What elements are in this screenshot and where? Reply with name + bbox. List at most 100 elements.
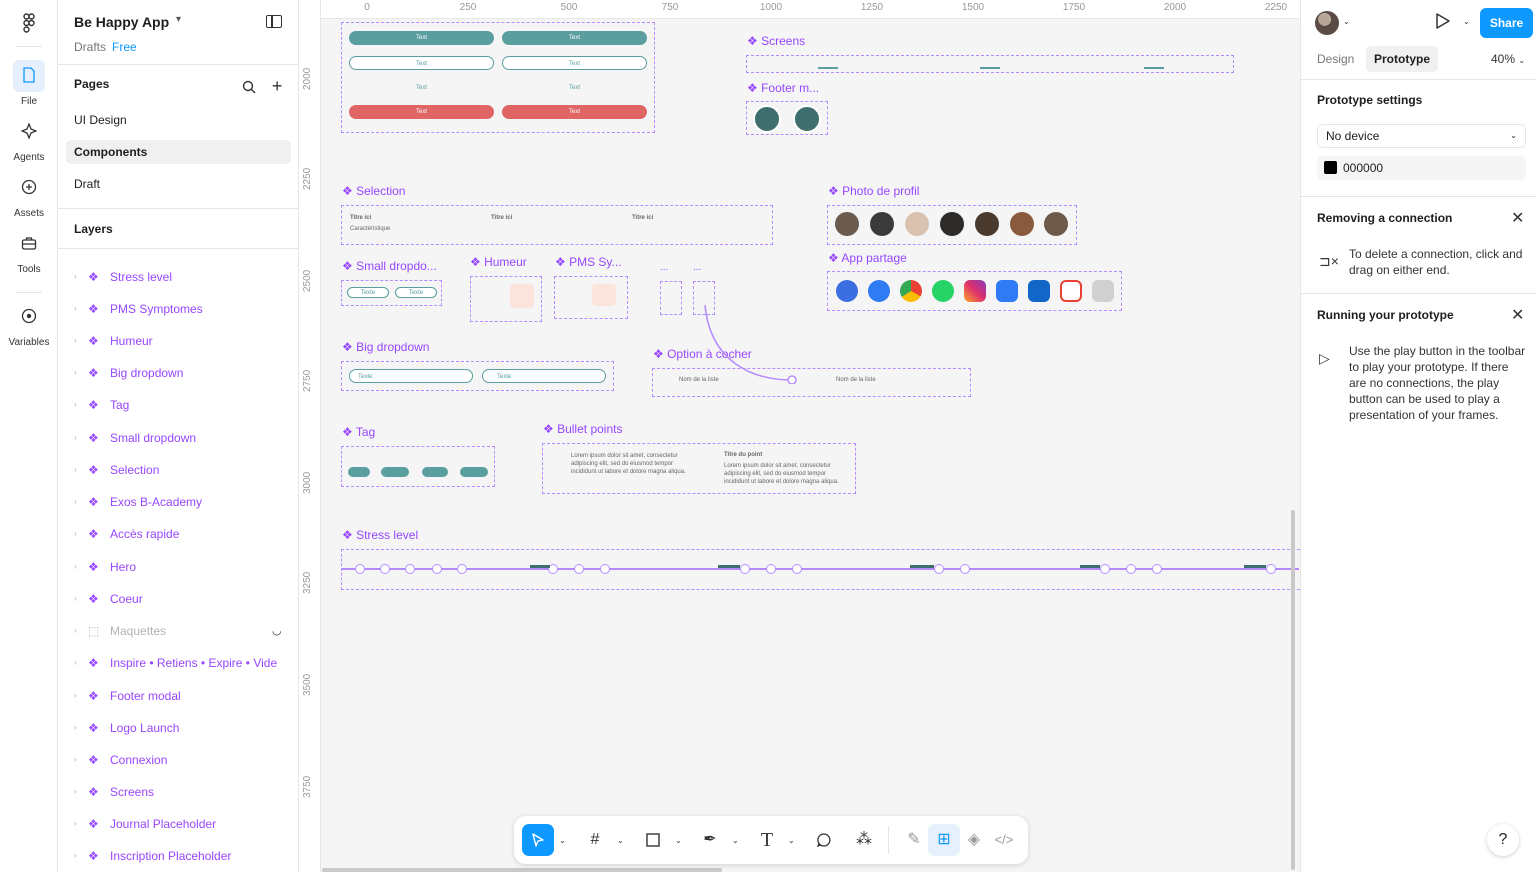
chevron-right-icon[interactable]: ›: [74, 620, 77, 642]
button-variant[interactable]: Text: [349, 81, 494, 95]
layer-item[interactable]: › ❖ Tag: [74, 394, 294, 416]
chevron-down-icon[interactable]: ⌄: [559, 836, 566, 845]
stress-dot[interactable]: [457, 564, 467, 574]
tag[interactable]: [348, 467, 370, 477]
text-tool-icon[interactable]: T: [751, 824, 783, 856]
stress-dot[interactable]: [1126, 564, 1136, 574]
avatar[interactable]: [975, 212, 999, 236]
chevron-down-icon[interactable]: ⌄: [788, 836, 795, 845]
chevron-right-icon[interactable]: ›: [74, 362, 77, 384]
color-swatch[interactable]: [1324, 161, 1337, 174]
chevron-right-icon[interactable]: ›: [74, 652, 77, 674]
layer-item[interactable]: › ❖ Inspire • Retiens • Expire • Vide: [74, 652, 294, 674]
rail-agents[interactable]: Agents: [0, 116, 58, 163]
chevron-down-icon[interactable]: ⌄: [1343, 17, 1350, 26]
small-frame[interactable]: [660, 281, 682, 315]
big-dropdown[interactable]: Texte: [349, 369, 473, 383]
button-variant[interactable]: Text: [349, 56, 494, 70]
chevron-right-icon[interactable]: ›: [74, 813, 77, 835]
chevron-right-icon[interactable]: ›: [74, 394, 77, 416]
draw-tool-icon[interactable]: ✎: [898, 824, 930, 856]
frame-label-small[interactable]: ...: [660, 262, 668, 273]
chevron-right-icon[interactable]: ›: [74, 717, 77, 739]
chevron-down-icon[interactable]: ⌄: [617, 836, 624, 845]
close-icon[interactable]: ✕: [1511, 305, 1524, 325]
gmail-icon[interactable]: [1060, 280, 1082, 302]
project-title[interactable]: Be Happy App: [74, 14, 169, 30]
stress-dot[interactable]: [380, 564, 390, 574]
button-variant[interactable]: Text: [502, 31, 647, 45]
frame-label-bullets[interactable]: ❖ Bullet points: [543, 422, 622, 436]
help-button[interactable]: ?: [1487, 824, 1519, 856]
add-page-icon[interactable]: +: [272, 76, 283, 96]
button-variant[interactable]: Text: [502, 105, 647, 119]
rail-assets[interactable]: Assets: [0, 172, 58, 219]
stress-dot[interactable]: [432, 564, 442, 574]
frame-label-photo[interactable]: ❖ Photo de profil: [828, 184, 919, 198]
page-item-components[interactable]: Components: [66, 140, 291, 164]
share-button[interactable]: Share: [1480, 8, 1533, 38]
chevron-right-icon[interactable]: ›: [74, 556, 77, 578]
tab-design[interactable]: Design: [1309, 46, 1362, 72]
horizontal-scrollbar[interactable]: [322, 868, 722, 872]
chevron-right-icon[interactable]: ›: [74, 427, 77, 449]
background-color-field[interactable]: 000000: [1317, 156, 1526, 180]
vertical-scrollbar[interactable]: [1291, 510, 1295, 870]
stress-dot[interactable]: [355, 564, 365, 574]
tag[interactable]: [381, 467, 409, 477]
color-value[interactable]: 000000: [1343, 161, 1383, 175]
layer-item[interactable]: › ❖ Connexion: [74, 749, 294, 771]
frame-label-app-partage[interactable]: ❖ App partage: [828, 251, 907, 265]
frame-label-big-dropdown[interactable]: ❖ Big dropdown: [342, 340, 429, 354]
stress-dot[interactable]: [600, 564, 610, 574]
chevron-down-icon[interactable]: ⌄: [675, 836, 682, 845]
app-icon[interactable]: [836, 280, 858, 302]
frame-label-small-dropdown[interactable]: ❖ Small dropdo...: [342, 259, 437, 273]
play-icon[interactable]: [1435, 12, 1451, 35]
small-dropdown[interactable]: Texte: [347, 287, 389, 298]
sidebar-toggle-icon[interactable]: [266, 15, 282, 28]
stress-dot[interactable]: [1152, 564, 1162, 574]
footer-button[interactable]: [793, 105, 821, 133]
frame-label-pms[interactable]: ❖ PMS Sy...: [555, 255, 622, 269]
prototype-layout-icon[interactable]: ⊞: [928, 824, 960, 856]
avatar[interactable]: [940, 212, 964, 236]
chevron-down-icon[interactable]: ⌄: [732, 836, 739, 845]
button-variant[interactable]: Text: [349, 31, 494, 45]
page-item-ui-design[interactable]: UI Design: [66, 108, 291, 132]
pen-tool-icon[interactable]: ✒: [694, 824, 726, 856]
layer-item[interactable]: › ❖ Screens: [74, 781, 294, 803]
layer-item[interactable]: › ❖ Hero: [74, 556, 294, 578]
tab-prototype[interactable]: Prototype: [1366, 46, 1439, 72]
frame-tool-icon[interactable]: #: [579, 824, 611, 856]
chevron-right-icon[interactable]: ›: [74, 588, 77, 610]
layer-item-hidden[interactable]: › ⬚ Maquettes ◡: [74, 620, 294, 642]
stress-dot[interactable]: [792, 564, 802, 574]
rail-variables[interactable]: Variables: [0, 301, 58, 348]
layer-item[interactable]: › ❖ Logo Launch: [74, 717, 294, 739]
rectangle-tool-icon[interactable]: [637, 824, 669, 856]
actions-tool-icon[interactable]: ⁂: [848, 824, 880, 856]
chevron-right-icon[interactable]: ›: [74, 781, 77, 803]
page-item-draft[interactable]: Draft: [66, 172, 291, 196]
stress-dot[interactable]: [1100, 564, 1110, 574]
stress-dot[interactable]: [1266, 564, 1276, 574]
chevron-right-icon[interactable]: ›: [74, 523, 77, 545]
chevron-right-icon[interactable]: ›: [74, 266, 77, 288]
chevron-right-icon[interactable]: ›: [74, 845, 77, 867]
frame-label-footer[interactable]: ❖ Footer m...: [747, 81, 819, 95]
layer-item[interactable]: › ❖ Selection: [74, 459, 294, 481]
user-avatar[interactable]: [1315, 11, 1339, 35]
frame-label-stress[interactable]: ❖ Stress level: [342, 528, 418, 542]
zoom-level[interactable]: 40% ⌄: [1491, 52, 1525, 66]
more-icon[interactable]: [1092, 280, 1114, 302]
code-tool-icon[interactable]: </>: [988, 824, 1020, 856]
prototype-connection[interactable]: [700, 300, 800, 384]
layer-item[interactable]: › ❖ Footer modal: [74, 685, 294, 707]
avatar[interactable]: [1010, 212, 1034, 236]
move-tool-icon[interactable]: [522, 824, 554, 856]
selection-frame[interactable]: [341, 205, 773, 245]
chevron-right-icon[interactable]: ›: [74, 685, 77, 707]
option-item[interactable]: Nom de la liste: [836, 377, 876, 383]
drafts-link[interactable]: Drafts: [74, 40, 106, 54]
